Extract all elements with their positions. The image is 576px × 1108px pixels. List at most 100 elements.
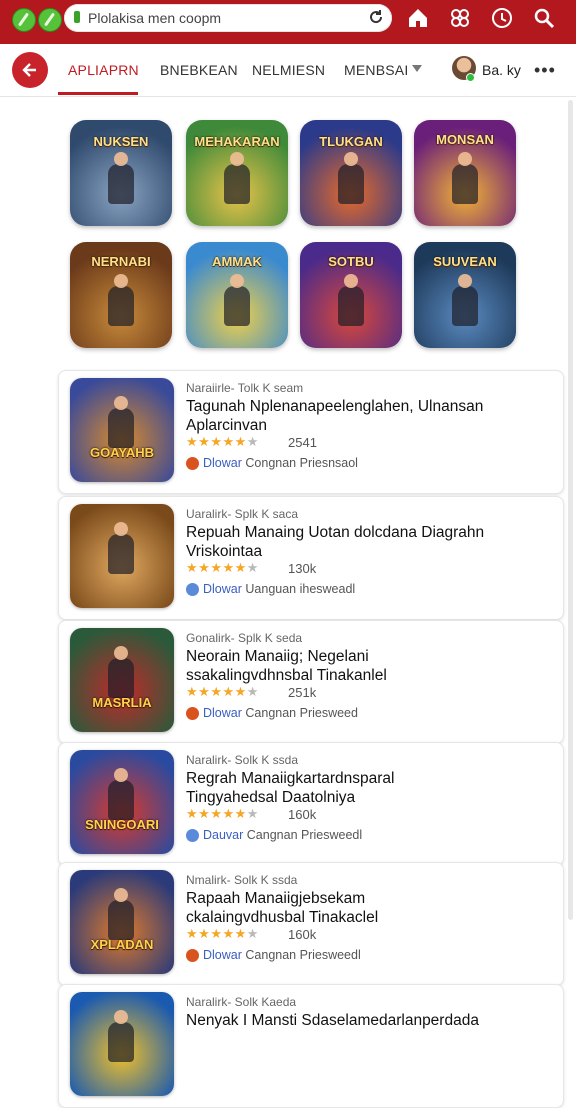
star-rating: ★★★★★★ (186, 434, 259, 449)
publisher-brand: Dlowar (203, 948, 242, 962)
app-subtitle: Naralirk- Solk Kaeda (186, 995, 297, 1009)
star-rating: ★★★★★★ (186, 926, 259, 941)
rating-count: 251k (288, 685, 317, 700)
url-bar[interactable]: Plolakisa men coopm (64, 4, 392, 32)
publisher-icon (186, 583, 199, 596)
app-subtitle: Uaralirk- Splk K saca (186, 507, 299, 521)
user-name[interactable]: Ba. ky (482, 62, 521, 78)
tab-apliaprn[interactable]: APLIAPRN (68, 62, 139, 78)
tile-title: TLUKGAN (319, 134, 383, 149)
character-art (108, 646, 134, 698)
app-thumbnail[interactable] (70, 504, 174, 608)
publisher-rest: Congnan Priesnsaol (245, 456, 358, 470)
thumbnail-title: GOAYAHB (89, 445, 155, 460)
featured-app-tile[interactable]: NUKSEN (70, 120, 172, 226)
app-subtitle: Naraiirle- Tolk K seam (186, 381, 304, 395)
active-tab-indicator (58, 92, 138, 95)
tab-nelmiesn[interactable]: NELMIESN (252, 62, 325, 78)
publisher-brand: Dlowar (203, 706, 242, 720)
publisher-name[interactable]: Dlowar Cangnan Priesweed (203, 706, 358, 720)
publisher-name[interactable]: Dauvar Cangnan Priesweedl (203, 828, 362, 842)
featured-app-tile[interactable]: SOTBU (300, 242, 402, 348)
lock-icon (74, 11, 80, 23)
app-subtitle: Naralirk- Solk K ssda (186, 753, 299, 767)
featured-app-tile[interactable]: TLUKGAN (300, 120, 402, 226)
character-art (452, 152, 478, 204)
publisher-rest: Cangnan Priesweed (245, 706, 358, 720)
publisher-icon (186, 457, 199, 470)
tile-title: NUKSEN (93, 134, 149, 149)
character-art (108, 274, 134, 326)
publisher-rest: Cangnan Priesweedl (246, 828, 363, 842)
tile-title: MONSAN (436, 132, 494, 147)
character-art (338, 152, 364, 204)
green-circle-icon[interactable] (38, 8, 62, 32)
featured-app-tile[interactable]: MONSAN (414, 120, 516, 226)
rating-count: 160k (288, 927, 317, 942)
rating-count: 130k (288, 561, 317, 576)
thumbnail-title: SNINGOARI (85, 817, 159, 832)
app-subtitle: Nmalirk- Solk K ssda (186, 873, 298, 887)
app-thumbnail[interactable] (70, 992, 174, 1096)
tile-title: AMMAK (212, 254, 262, 269)
publisher-icon (186, 829, 199, 842)
character-art (108, 152, 134, 204)
star-rating: ★★★★★★ (186, 560, 259, 575)
app-title[interactable]: Nenyak I Mansti Sdaselamedarlanperdada (186, 1011, 486, 1030)
character-art (452, 274, 478, 326)
publisher-name[interactable]: Dlowar Cangnan Priesweedl (203, 948, 361, 962)
app-title[interactable]: Regrah Manaiigkartardnsparal Tingyahedsa… (186, 769, 486, 807)
star-rating: ★★★★★★ (186, 684, 259, 699)
publisher-rest: Uanguan ihesweadl (245, 582, 356, 596)
character-art (108, 522, 134, 574)
app-thumbnail[interactable]: MASRLIA (70, 628, 174, 732)
app-title[interactable]: Neorain Manaiig; Negelani ssakalingvdhns… (186, 647, 486, 685)
thumbnail-title: MASRLIA (92, 695, 152, 710)
tile-title: MEHAKARAN (194, 134, 280, 149)
character-art (108, 396, 134, 448)
reload-icon[interactable] (368, 9, 384, 25)
online-status-dot (466, 73, 475, 82)
app-title[interactable]: Rapaah Manaiigjebsekam ckalaingvdhusbal … (186, 889, 486, 927)
character-art (224, 152, 250, 204)
tab-menbsai[interactable]: MENBSAI (344, 62, 408, 78)
app-thumbnail[interactable]: GOAYAHB (70, 378, 174, 482)
character-art (108, 1010, 134, 1062)
green-circle-icon[interactable] (12, 8, 36, 32)
app-subtitle: Gonalirk- Splk K seda (186, 631, 303, 645)
character-art (108, 888, 134, 940)
publisher-name[interactable]: Dlowar Uanguan ihesweadl (203, 582, 355, 596)
home-icon[interactable] (406, 6, 430, 30)
more-options-icon[interactable]: ••• (534, 60, 556, 81)
extensions-icon[interactable] (448, 6, 472, 30)
app-title[interactable]: Repuah Manaing Uotan dolcdana Diagrahn V… (186, 523, 486, 561)
browser-toolbar: Plolakisa men coopm (0, 0, 576, 44)
chevron-down-icon[interactable] (412, 65, 422, 72)
arrow-left-icon (22, 63, 36, 77)
search-icon[interactable] (532, 6, 556, 30)
tab-bnebkean[interactable]: BNEBKEAN (160, 62, 238, 78)
app-title[interactable]: Tagunah Nplenanapeelenglahen, Ulnansan A… (186, 397, 486, 435)
character-art (224, 274, 250, 326)
url-text: Plolakisa men coopm (88, 10, 222, 26)
publisher-brand: Dlowar (203, 582, 242, 596)
scrollbar[interactable] (568, 100, 573, 920)
publisher-name[interactable]: Dlowar Congnan Priesnsaol (203, 456, 358, 470)
featured-app-tile[interactable]: AMMAK (186, 242, 288, 348)
featured-app-tile[interactable]: NERNABI (70, 242, 172, 348)
rating-count: 2541 (288, 435, 317, 450)
app-thumbnail[interactable]: XPLADAN (70, 870, 174, 974)
app-thumbnail[interactable]: SNINGOARI (70, 750, 174, 854)
clock-icon[interactable] (490, 6, 514, 30)
tile-title: SOTBU (328, 254, 374, 269)
publisher-rest: Cangnan Priesweedl (245, 948, 361, 962)
character-art (338, 274, 364, 326)
featured-app-tile[interactable]: SUUVEAN (414, 242, 516, 348)
star-rating: ★★★★★★ (186, 806, 259, 821)
rating-count: 160k (288, 807, 317, 822)
tile-title: SUUVEAN (433, 254, 497, 269)
back-button[interactable] (12, 52, 48, 88)
featured-app-tile[interactable]: MEHAKARAN (186, 120, 288, 226)
thumbnail-title: XPLADAN (90, 937, 154, 952)
publisher-icon (186, 949, 199, 962)
